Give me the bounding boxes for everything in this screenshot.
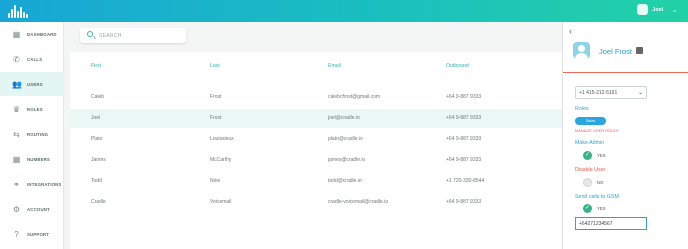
user-full-name: Joel Frost — [599, 47, 632, 56]
phone-number-select[interactable]: +1 415-212-5161 ⌄ — [575, 86, 647, 99]
cell-email: plato@cradle.io — [328, 136, 363, 142]
sidebar-item-label: ACCOUNT — [27, 206, 50, 212]
cell-last: Louissieux — [210, 136, 234, 142]
users-table: First Last Email Outbound Caleb Frost cale… — [70, 52, 562, 249]
edit-icon[interactable] — [636, 47, 643, 54]
table-row[interactable]: Todd Nine todd@cradle.io +1 720-330-8544 — [70, 172, 562, 191]
cell-email: james@cradle.io — [328, 157, 366, 163]
chevron-down-icon: ⌄ — [637, 90, 643, 96]
search-input[interactable]: SEARCH — [80, 28, 186, 43]
cell-outbound: +64 9-887 9333 — [446, 94, 482, 100]
avatar — [637, 4, 649, 15]
disable-user-label: Disable User — [575, 167, 606, 173]
account-icon: ⚙ — [12, 204, 21, 214]
sidebar-item-label: USERS — [27, 81, 43, 87]
numbers-icon: ▦ — [12, 154, 21, 164]
column-header-first[interactable]: First — [91, 63, 101, 69]
top-bar: Joel ⌄ — [0, 0, 688, 22]
sidebar-item-label: SUPPORT — [27, 231, 50, 237]
table-row[interactable]: Cradle Voicemail cradle-voicemail@cradle.i… — [70, 193, 562, 212]
cell-outbound: +1 720-330-8544 — [446, 178, 485, 184]
cell-first: Joel — [91, 115, 101, 121]
sidebar-item-label: NUMBERS — [27, 156, 51, 162]
column-header-outbound[interactable]: Outbound — [446, 63, 469, 69]
users-icon: 👥 — [12, 79, 22, 89]
sidebar-item-account[interactable]: ⚙ ACCOUNT — [0, 197, 64, 221]
sidebar-item-numbers[interactable]: ▦ NUMBERS — [0, 147, 64, 171]
column-header-email[interactable]: Email — [328, 63, 341, 69]
gsm-number-field[interactable]: +64271234567 — [575, 217, 647, 230]
roles-label: Roles — [575, 106, 589, 112]
chevron-down-icon[interactable]: ⌄ — [671, 5, 678, 14]
cell-first: Plato — [91, 136, 103, 142]
main-content: SEARCH First Last Email Outbound Caleb Fr… — [64, 22, 562, 249]
sidebar-item-routing[interactable]: ⇆ ROUTING — [0, 122, 64, 146]
sidebar-item-label: CALLS — [27, 56, 43, 62]
send-calls-value: YES — [597, 206, 606, 211]
cell-last: McCarthy — [210, 157, 232, 163]
phone-icon: ✆ — [13, 54, 20, 64]
sidebar-item-dashboard[interactable]: ▦ DASHBOARD — [0, 22, 64, 46]
sidebar-item-label: ROLES — [27, 106, 43, 112]
sidebar-item-roles[interactable]: ♛ ROLES — [0, 97, 64, 121]
column-header-last[interactable]: Last — [210, 63, 220, 69]
cell-first: James — [91, 157, 106, 163]
role-badge[interactable]: Sales — [575, 117, 606, 125]
disable-user-toggle[interactable] — [583, 178, 592, 187]
cell-last: Frost — [210, 115, 222, 121]
cell-last: Nine — [210, 178, 221, 184]
cell-first: Caleb — [91, 94, 105, 100]
cell-last: Frost — [210, 94, 222, 100]
support-icon: ? — [14, 229, 19, 239]
cell-email: calebcfrost@gmail.com — [328, 94, 381, 100]
cell-outbound: +64 9-887 9333 — [446, 115, 482, 121]
cell-email: todd@cradle.io — [328, 178, 362, 184]
cell-outbound: +64 9-887 9333 — [446, 199, 482, 205]
disable-user-value: NO — [597, 180, 604, 185]
chevron-left-icon[interactable]: ‹ — [569, 26, 572, 36]
routing-icon: ⇆ — [13, 129, 20, 139]
table-row[interactable]: James McCarthy james@cradle.io +64 9-887 93… — [70, 151, 562, 170]
sidebar-item-label: DASHBOARD — [27, 31, 57, 37]
gsm-number-value: +64271234567 — [579, 221, 613, 227]
divider — [563, 72, 688, 73]
send-calls-toggle[interactable]: ✓ — [583, 204, 592, 213]
search-placeholder: SEARCH — [99, 33, 122, 39]
sidebar-item-calls[interactable]: ✆ CALLS — [0, 47, 64, 71]
sidebar-item-integrations[interactable]: ⚭ INTEGRATIONS — [0, 172, 64, 196]
cell-first: Todd — [91, 178, 102, 184]
sidebar-item-label: ROUTING — [27, 131, 49, 137]
user-menu[interactable]: Joel ⌄ — [637, 4, 678, 15]
cell-email: cradle-voicemail@cradle.io — [328, 199, 389, 205]
roles-icon: ♛ — [12, 104, 21, 114]
phone-number-value: +1 415-212-5161 — [579, 90, 618, 96]
dashboard-icon: ▦ — [12, 29, 21, 39]
sidebar-item-label: INTEGRATIONS — [27, 181, 62, 187]
make-admin-label: Make Admin — [575, 140, 605, 146]
sidebar-item-users[interactable]: 👥 USERS — [0, 72, 64, 96]
make-admin-toggle[interactable]: ✓ — [583, 151, 592, 160]
integrations-icon: ⚭ — [13, 179, 20, 189]
cell-email: joel@cradle.io — [328, 115, 360, 121]
make-admin-value: YES — [597, 153, 606, 158]
sidebar: ▦ DASHBOARD ✆ CALLS 👥 USERS ♛ ROLES ⇆ ROUTING ▦ NUM… — [0, 22, 64, 249]
cell-first: Cradle — [91, 199, 106, 205]
user-name: Joel — [652, 6, 664, 13]
manage-roles-link[interactable]: MANAGE USER ROLES — [575, 129, 619, 133]
app-logo-icon[interactable] — [8, 4, 30, 18]
send-calls-label: Send calls to GSM — [575, 194, 619, 200]
user-detail-panel: ‹ Joel Frost +1 415-212-5161 ⌄ Roles Sal… — [562, 22, 688, 249]
table-row[interactable]: Plato Louissieux plato@cradle.io +64 9-887 … — [70, 130, 562, 149]
cell-outbound: +64 9-887 9333 — [446, 136, 482, 142]
table-row[interactable]: Joel Frost joel@cradle.io +64 9-887 9333 — [70, 109, 562, 128]
cell-last: Voicemail — [210, 199, 232, 205]
search-icon — [87, 31, 93, 37]
sidebar-item-support[interactable]: ? SUPPORT — [0, 222, 64, 246]
user-avatar — [573, 42, 590, 59]
table-row[interactable]: Caleb Frost calebcfrost@gmail.com +64 9-887… — [70, 88, 562, 107]
cell-outbound: +64 9-887 9333 — [446, 157, 482, 163]
